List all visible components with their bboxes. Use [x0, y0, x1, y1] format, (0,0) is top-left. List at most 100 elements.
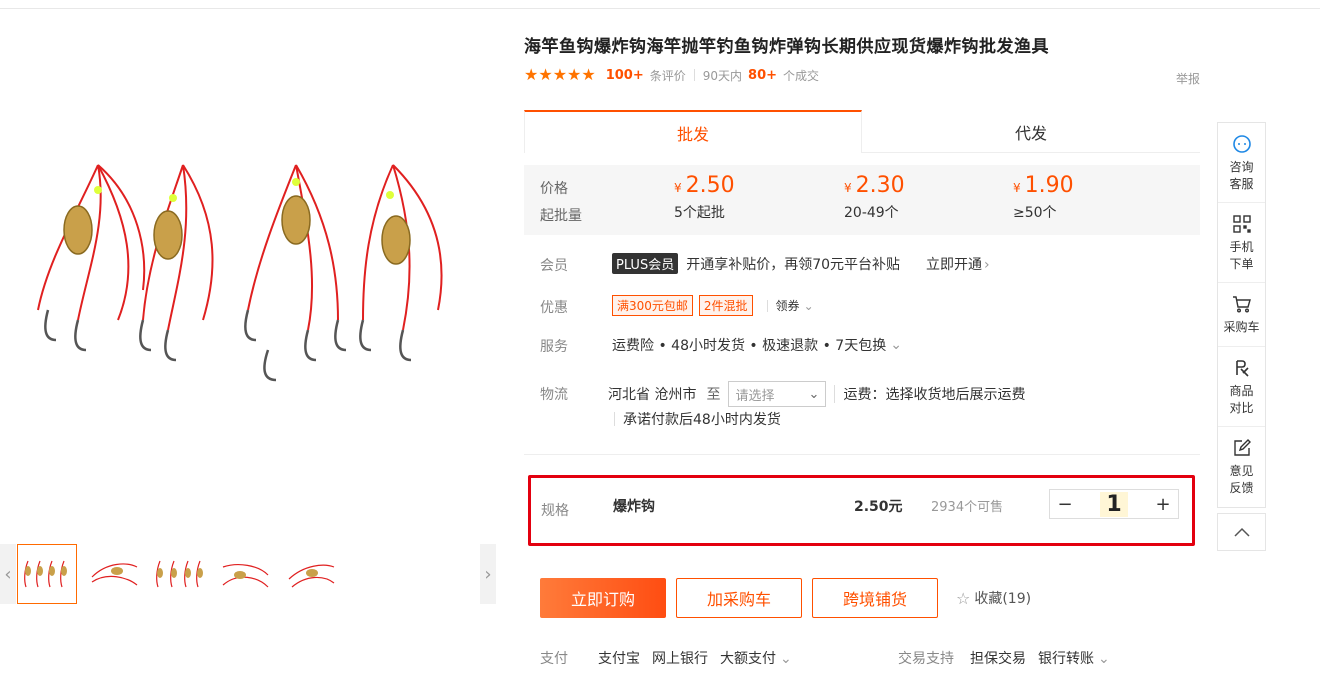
- price-tier-3: ¥1.90 ≥50个: [1013, 173, 1074, 222]
- sales-count: 80+: [748, 67, 778, 83]
- thumbnail-1[interactable]: [17, 544, 77, 604]
- reviews-count[interactable]: 100+: [606, 68, 644, 83]
- thumbnail-5[interactable]: [281, 544, 341, 604]
- order-now-button[interactable]: 立即订购: [540, 578, 666, 618]
- quantity-value: 1: [1100, 491, 1128, 517]
- thumbnail-4[interactable]: [215, 544, 275, 604]
- feedback-icon: [1231, 437, 1253, 459]
- ship-from: 河北省 沧州市: [608, 387, 697, 403]
- coupon-label: 领券: [775, 299, 800, 313]
- thumbnail-next-button[interactable]: ›: [480, 544, 496, 604]
- report-link[interactable]: 举报: [1176, 70, 1200, 87]
- chevron-down-icon: ⌄: [808, 386, 820, 402]
- quantity-decrease-button[interactable]: −: [1050, 490, 1080, 518]
- spec-selector: 规格 爆炸钩 2.50元 2934个可售 − 1 +: [528, 475, 1195, 546]
- sidebar-item-mobile-order[interactable]: 手机下单: [1218, 203, 1265, 283]
- cross-border-button[interactable]: 跨境铺货: [812, 578, 938, 618]
- star-icon: ★: [538, 65, 553, 84]
- right-sidebar: 咨询客服 手机下单 采购车 商品对比 意见反馈: [1217, 122, 1266, 508]
- price-tier-1: ¥2.50 5个起批: [674, 173, 735, 222]
- service-label: 服务: [540, 339, 568, 355]
- member-text: 开通享补贴价，再领70元平台补贴: [686, 256, 901, 273]
- add-to-cart-button[interactable]: 加采购车: [676, 578, 802, 618]
- separator: [693, 69, 695, 81]
- back-to-top-button[interactable]: [1217, 513, 1266, 551]
- service-row[interactable]: 运费险 • 48小时发货 • 极速退款 • 7天包换 ⌄: [612, 335, 902, 355]
- logistics-label: 物流: [540, 387, 568, 403]
- section-divider: [524, 454, 1200, 455]
- sales-period: 90天内: [702, 68, 743, 83]
- price-box: 价格 起批量 ¥2.50 5个起批 ¥2.30 20-49个 ¥1.90 ≥50…: [524, 165, 1200, 235]
- coupon-dropdown[interactable]: 领券 ⌄: [776, 297, 814, 314]
- sidebar-item-label: 手机下单: [1229, 239, 1254, 271]
- destination-placeholder: 请选择: [735, 388, 775, 404]
- chevron-down-icon: ⌄: [803, 299, 814, 313]
- tab-dropship[interactable]: 代发: [862, 110, 1200, 153]
- quantity-input[interactable]: 1: [1080, 490, 1148, 518]
- tier-qty: 20-49个: [844, 205, 899, 221]
- thumbnail-prev-button[interactable]: ‹: [0, 544, 16, 604]
- favorite-button[interactable]: ☆ 收藏(19): [956, 588, 1031, 608]
- ship-promise-text: 承诺付款后48小时内发货: [623, 412, 781, 428]
- promo-tag: 满300元包邮: [612, 295, 693, 316]
- chevron-down-icon: ⌄: [780, 651, 792, 667]
- service-text: 运费险 • 48小时发货 • 极速退款 • 7天包换: [612, 338, 887, 354]
- tier-qty: ≥50个: [1013, 205, 1057, 221]
- compare-icon: [1231, 357, 1253, 379]
- trade-more-dropdown[interactable]: 银行转账 ⌄: [1038, 648, 1110, 668]
- thumbnail-3[interactable]: [149, 544, 209, 604]
- sidebar-item-compare[interactable]: 商品对比: [1218, 347, 1265, 427]
- sidebar-item-feedback[interactable]: 意见反馈: [1218, 427, 1265, 507]
- chevron-down-icon: ⌄: [1098, 651, 1110, 667]
- qrcode-icon: [1231, 213, 1253, 235]
- member-label: 会员: [540, 258, 568, 274]
- rating-row: ★ ★ ★ ★ ★ 100+ 条评价 90天内 80+ 个成交: [524, 66, 819, 84]
- spec-name: 爆炸钩: [613, 499, 655, 515]
- favorite-label: 收藏(19): [974, 591, 1032, 607]
- member-open-link[interactable]: 立即开通 ›: [926, 254, 990, 274]
- ship-promise: 承诺付款后48小时内发货: [614, 409, 781, 429]
- quantity-stepper: − 1 +: [1049, 489, 1179, 519]
- purchase-mode-tabs: 批发 代发: [524, 110, 1200, 153]
- star-icon: ★: [552, 65, 568, 84]
- cart-icon: [1231, 293, 1253, 315]
- spec-price: 2.50元: [854, 499, 903, 515]
- tier-price: 1.90: [1024, 173, 1074, 198]
- sales-label: 个成交: [783, 68, 820, 83]
- sidebar-item-label: 意见反馈: [1229, 464, 1254, 495]
- star-icon: ★: [581, 65, 596, 84]
- tier-price: 2.30: [855, 173, 905, 198]
- tab-wholesale[interactable]: 批发: [524, 110, 862, 153]
- reviews-label: 条评价: [649, 68, 686, 83]
- sidebar-item-customer-service[interactable]: 咨询客服: [1218, 123, 1265, 203]
- chevron-up-icon: [1233, 527, 1250, 537]
- thumbnail-2[interactable]: [84, 544, 144, 604]
- logistics-row: 河北省 沧州市 至 请选择 ⌄ 运费：选择收货地后展示运费: [608, 381, 1025, 407]
- price-label: 价格: [540, 181, 568, 197]
- tier-price: 2.50: [685, 173, 735, 198]
- spec-stock: 2934个可售: [931, 500, 1004, 515]
- trade-method: 银行转账: [1038, 651, 1094, 667]
- promo-label: 优惠: [540, 300, 568, 316]
- member-open-label: 立即开通: [926, 256, 983, 273]
- sidebar-item-label: 采购车: [1223, 320, 1260, 334]
- payment-method: 网上银行: [652, 651, 708, 667]
- promo-tag: 2件混批: [698, 295, 753, 316]
- payment-more-dropdown[interactable]: 大额支付 ⌄: [720, 648, 792, 668]
- destination-select[interactable]: 请选择 ⌄: [728, 381, 827, 407]
- price-tier-2: ¥2.30 20-49个: [844, 173, 905, 222]
- star-icon: ★: [524, 65, 539, 84]
- star-icon: ★: [567, 65, 582, 84]
- trade-method: 担保交易: [970, 651, 1026, 667]
- tier-qty: 5个起批: [674, 205, 725, 221]
- chevron-right-icon: ›: [984, 256, 990, 273]
- moq-label: 起批量: [540, 208, 582, 224]
- currency-symbol: ¥: [1013, 181, 1021, 195]
- payment-row: 支付 支付宝 网上银行 大额支付 ⌄: [540, 648, 792, 668]
- separator: [766, 299, 768, 312]
- currency-symbol: ¥: [674, 181, 682, 195]
- sidebar-item-cart[interactable]: 采购车: [1218, 283, 1265, 347]
- quantity-increase-button[interactable]: +: [1148, 490, 1178, 518]
- main-product-image: [18, 110, 484, 446]
- sidebar-item-label: 咨询客服: [1229, 159, 1254, 191]
